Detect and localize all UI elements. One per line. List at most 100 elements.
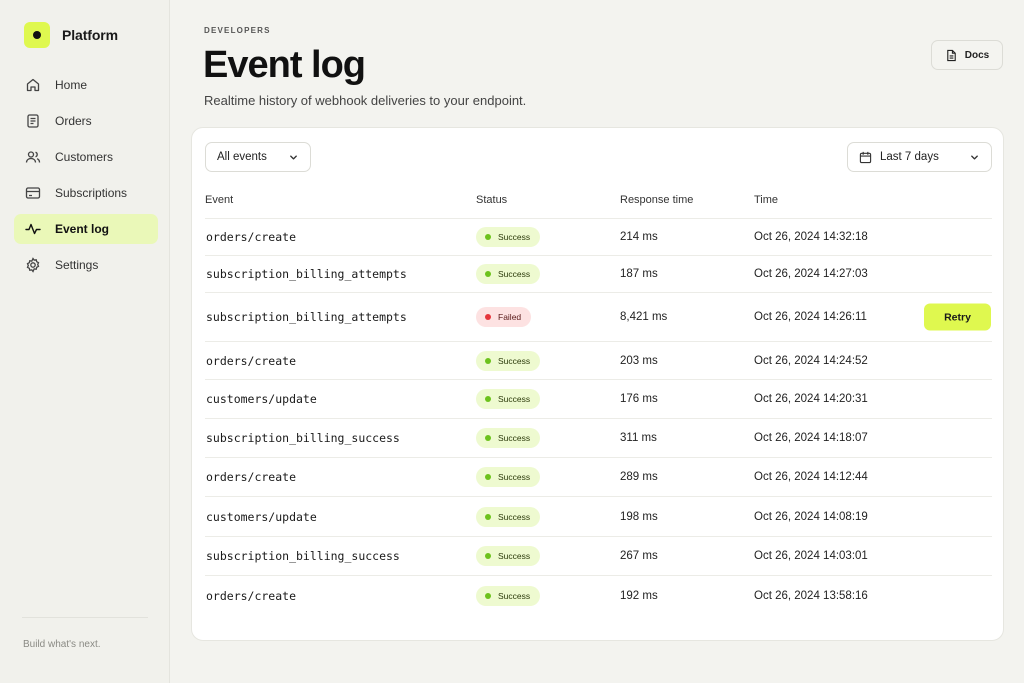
event-name: orders/create <box>206 588 297 603</box>
sidebar-item-label: Settings <box>55 258 99 272</box>
status-dot-icon <box>485 513 491 520</box>
response-time: 187 ms <box>620 268 658 280</box>
sidebar-item-label: Subscriptions <box>55 186 128 200</box>
response-time: 176 ms <box>620 393 658 405</box>
page-title: Event log <box>203 44 366 86</box>
gear-icon <box>26 257 40 273</box>
status-dot-icon <box>485 474 491 480</box>
sidebar-divider <box>22 617 148 618</box>
table-row[interactable]: subscription_billing_attempts Success 187 … <box>205 255 992 292</box>
event-name: orders/create <box>206 230 297 244</box>
event-time: Oct 26, 2024 14:20:31 <box>754 393 868 405</box>
response-time: 267 ms <box>620 550 658 562</box>
page-eyebrow: DEVELOPERS <box>204 26 271 35</box>
table-row[interactable]: subscription_billing_attempts Failed 8,421… <box>205 292 992 341</box>
sidebar-item-settings[interactable]: Settings <box>14 250 158 280</box>
status-dot-icon <box>485 396 491 402</box>
column-header-time[interactable]: Time <box>754 194 778 206</box>
event-name: subscription_billing_success <box>206 431 400 445</box>
status-badge: Success <box>476 428 541 448</box>
event-time: Oct 26, 2024 14:27:03 <box>754 268 868 280</box>
sidebar-tagline: Build what's next. <box>23 639 101 650</box>
date-range-select[interactable]: Last 7 days <box>847 142 992 172</box>
status-dot-icon <box>485 553 491 559</box>
status-label: Success <box>498 394 531 404</box>
sidebar-item-label: Orders <box>55 114 92 128</box>
page-subtitle: Realtime history of webhook deliveries t… <box>204 93 527 108</box>
status-badge: Success <box>476 389 541 409</box>
event-name: subscription_billing_attempts <box>206 310 407 324</box>
status-dot-icon <box>485 271 491 277</box>
document-icon <box>946 49 956 61</box>
column-header-event[interactable]: Event <box>205 194 233 206</box>
sidebar-nav: Home Orders Customers Subscriptions Even… <box>14 70 158 286</box>
brand-name: Platform <box>62 27 118 43</box>
table-row[interactable]: subscription_billing_success Success 267 m… <box>205 536 992 575</box>
status-badge: Success <box>476 546 541 566</box>
event-filter-value: All events <box>217 151 267 163</box>
status-badge: Success <box>476 585 541 606</box>
response-time: 203 ms <box>620 354 658 367</box>
event-name: orders/create <box>206 470 297 484</box>
status-dot-icon <box>485 592 491 599</box>
status-dot-icon <box>485 357 491 364</box>
event-filter-select[interactable]: All events <box>205 142 311 172</box>
response-time: 311 ms <box>620 432 657 444</box>
event-name: orders/create <box>206 353 297 368</box>
chevron-down-icon <box>290 155 297 160</box>
users-icon <box>25 151 41 163</box>
retry-button[interactable]: Retry <box>924 303 991 331</box>
sidebar: Platform Home Orders Customers Subscript… <box>0 0 170 683</box>
table-row[interactable]: orders/create Success 289 ms Oct 26, 2024 1… <box>205 457 992 496</box>
status-label: Success <box>498 355 531 366</box>
table-row[interactable]: orders/create Success 214 ms Oct 26, 2024 1… <box>205 218 992 255</box>
sidebar-item-label: Customers <box>55 150 114 164</box>
status-badge: Success <box>476 350 541 371</box>
document-icon <box>27 114 39 128</box>
sidebar-item-subscriptions[interactable]: Subscriptions <box>14 178 158 208</box>
sidebar-item-orders[interactable]: Orders <box>14 106 158 136</box>
table-row[interactable]: orders/create Success 203 ms Oct 26, 2024 1… <box>205 341 992 379</box>
status-dot-icon <box>485 435 491 441</box>
response-time: 289 ms <box>620 471 658 483</box>
docs-button[interactable]: Docs <box>931 40 1003 70</box>
status-label: Success <box>498 433 531 443</box>
status-dot-icon <box>485 314 491 320</box>
event-time: Oct 26, 2024 14:03:01 <box>754 550 868 562</box>
sidebar-item-event-log[interactable]: Event log <box>14 214 158 244</box>
event-name: customers/update <box>206 392 317 406</box>
event-name: subscription_billing_attempts <box>206 267 407 281</box>
table-row[interactable]: customers/update Success 198 ms Oct 26, 202… <box>205 496 992 536</box>
status-label: Success <box>498 232 531 242</box>
brand-logo-icon <box>24 22 50 48</box>
status-badge: Success <box>476 264 541 284</box>
column-header-response-time[interactable]: Response time <box>620 194 693 206</box>
event-time: Oct 26, 2024 14:08:19 <box>754 510 868 523</box>
brand[interactable]: Platform <box>24 22 118 48</box>
sidebar-item-home[interactable]: Home <box>14 70 158 100</box>
event-name: customers/update <box>206 509 317 524</box>
table-row[interactable]: subscription_billing_success Success 311 m… <box>205 418 992 457</box>
status-dot-icon <box>485 234 491 240</box>
event-time: Oct 26, 2024 14:32:18 <box>754 231 868 243</box>
chevron-down-icon <box>971 155 978 160</box>
column-header-status[interactable]: Status <box>476 194 507 206</box>
response-time: 192 ms <box>620 589 658 602</box>
sidebar-item-label: Event log <box>55 222 110 236</box>
response-time: 8,421 ms <box>620 311 668 323</box>
table-row[interactable]: orders/create Success 192 ms Oct 26, 2024 1… <box>205 575 992 615</box>
event-time: Oct 26, 2024 13:58:16 <box>754 589 868 602</box>
response-time: 198 ms <box>620 510 658 523</box>
event-time: Oct 26, 2024 14:24:52 <box>754 354 868 367</box>
status-label: Success <box>498 551 531 561</box>
sidebar-item-customers[interactable]: Customers <box>14 142 158 172</box>
table-row[interactable]: customers/update Success 176 ms Oct 26, 202… <box>205 379 992 418</box>
status-badge: Success <box>476 227 541 247</box>
credit-card-icon <box>25 187 41 199</box>
status-label: Success <box>498 590 531 601</box>
calendar-icon <box>859 151 872 163</box>
sidebar-item-label: Home <box>55 78 88 92</box>
status-label: Success <box>498 472 531 482</box>
event-log-card: All events Last 7 days Event Status Resp… <box>191 127 1004 641</box>
response-time: 214 ms <box>620 231 658 243</box>
